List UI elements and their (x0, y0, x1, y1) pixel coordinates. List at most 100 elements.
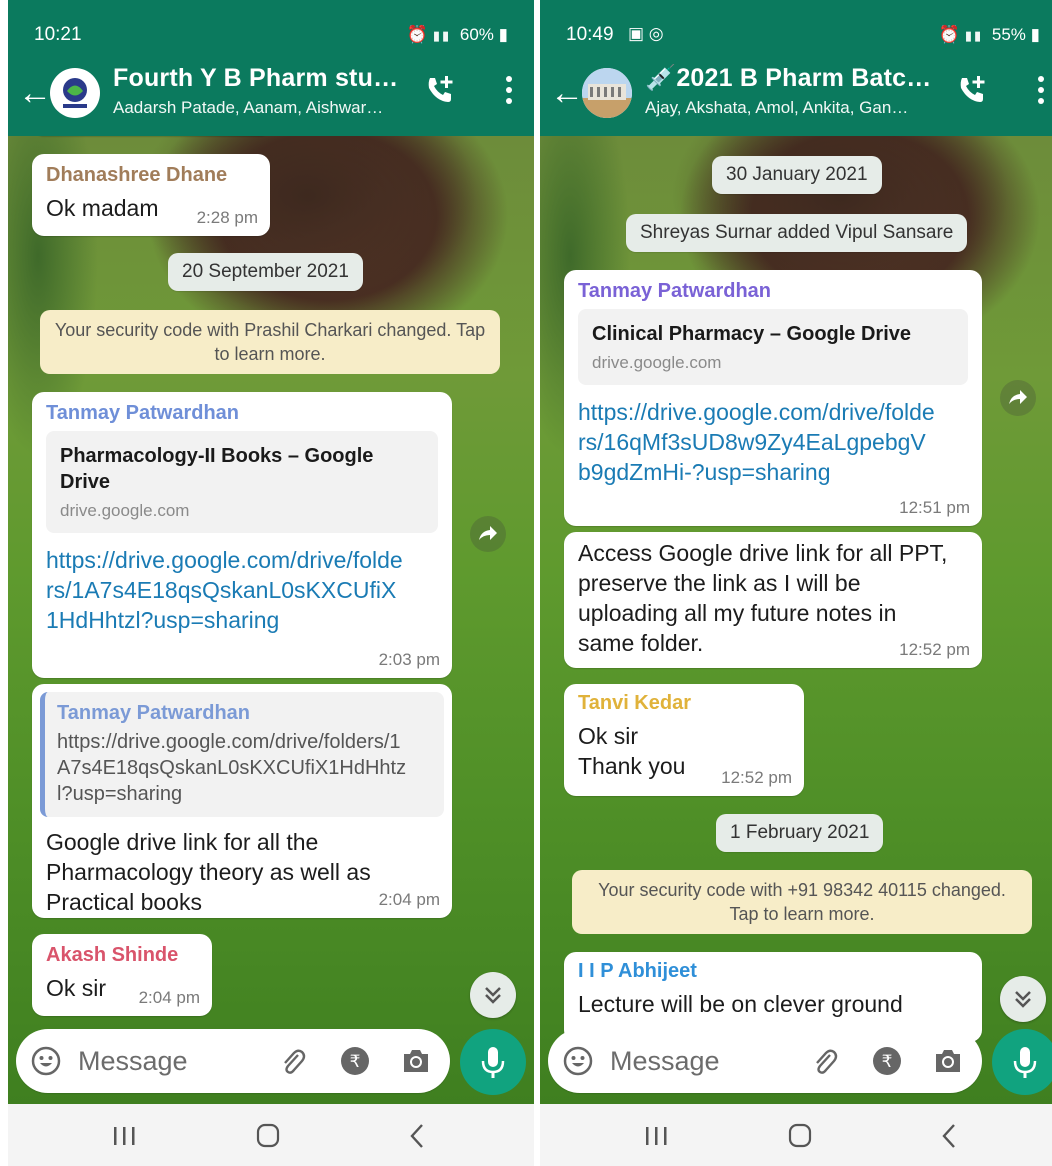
signal-icon: ▮▮ (964, 28, 984, 43)
attach-icon[interactable] (808, 1045, 840, 1077)
status-bar: 10:21 ⏰ ▮▮ 60% ▮ (8, 0, 534, 62)
security-code-notice[interactable]: Your security code with +91 98342 40115 … (572, 870, 1032, 934)
message-composer: ₹ (8, 1025, 534, 1103)
svg-text:₹: ₹ (350, 1052, 361, 1072)
status-icons: ⏰ ▮▮ 60% ▮ (407, 25, 508, 45)
link-preview-title: Clinical Pharmacy – Google Drive (592, 323, 912, 345)
microphone-icon (481, 1047, 505, 1078)
message-time: 12:52 pm (899, 640, 970, 659)
message-text: Google drive link for all the Pharmacolo… (46, 829, 371, 915)
camera-icon[interactable] (932, 1046, 964, 1076)
status-icons: ⏰ ▮▮ 55% ▮ (939, 25, 1040, 45)
voice-message-button[interactable] (992, 1029, 1052, 1095)
chat-members: Ajay, Akshata, Amol, Ankita, Gan… (645, 98, 909, 117)
chat-title: 💉2021 B Pharm Batch… (645, 64, 945, 92)
message-input-box[interactable]: ₹ (548, 1029, 982, 1093)
chat-title: Fourth Y B Pharm stud… (113, 64, 413, 92)
chat-members: Aadarsh Patade, Aanam, Aishwar… (113, 98, 384, 117)
link-preview-title: Pharmacology-II Books – Google Drive (60, 445, 374, 493)
message-bubble[interactable]: Dhanashree Dhane Ok madam 2:28 pm (32, 154, 270, 236)
system-nav-bar (540, 1104, 1052, 1166)
message-text: Access Google drive link for all PPT, pr… (578, 540, 948, 656)
link-message-bubble[interactable]: Tanmay Patwardhan Clinical Pharmacy – Go… (564, 270, 982, 526)
payment-icon[interactable]: ₹ (872, 1046, 902, 1076)
chat-header[interactable]: ← 💉2021 B Pharm Batch… Ajay, Akshata, Am… (540, 62, 1052, 136)
link-preview-domain: drive.google.com (60, 501, 190, 520)
reply-message-bubble[interactable]: Tanmay Patwardhan https://drive.google.c… (32, 684, 452, 918)
message-bubble[interactable]: Akash Shinde Ok sir 2:04 pm (32, 934, 212, 1016)
voice-message-button[interactable] (460, 1029, 526, 1095)
chat-header[interactable]: ← Fourth Y B Pharm stud… Aadarsh Patade,… (8, 62, 534, 136)
message-link[interactable]: https://drive.google.com/drive/folders/1… (46, 545, 406, 635)
back-nav-icon[interactable] (930, 1122, 970, 1150)
phone-screen-left: 10:21 ⏰ ▮▮ 60% ▮ ← Fourth Y B Pharm stud… (8, 0, 534, 1166)
status-time: 10:49 (566, 24, 614, 45)
microphone-icon (1013, 1047, 1037, 1078)
date-chip: 20 September 2021 (168, 253, 363, 291)
phone-screen-right: 10:49 ▣ ◎ ⏰ ▮▮ 55% ▮ ← 💉2021 B Pharm Bat… (540, 0, 1052, 1166)
scroll-to-bottom-icon[interactable] (1000, 976, 1046, 1022)
message-time: 2:03 pm (378, 650, 440, 669)
message-sender: Dhanashree Dhane (46, 164, 228, 186)
message-input[interactable] (610, 1043, 790, 1079)
battery-icon: ▮ (1030, 25, 1040, 44)
link-preview[interactable]: Clinical Pharmacy – Google Drive drive.g… (578, 309, 968, 385)
forward-icon[interactable] (1000, 380, 1036, 416)
gallery-icon: ▣ (628, 24, 645, 43)
alarm-icon: ⏰ (406, 25, 429, 44)
message-text: Lecture will be on clever ground (578, 991, 903, 1017)
recent-apps-icon[interactable] (636, 1122, 676, 1150)
message-sender: I I P Abhijeet (578, 960, 697, 982)
message-input-box[interactable]: ₹ (16, 1029, 450, 1093)
back-arrow-icon[interactable]: ← (18, 76, 52, 110)
chat-title-block[interactable]: 💉2021 B Pharm Batch… Ajay, Akshata, Amol… (645, 64, 945, 118)
message-sender: Tanmay Patwardhan (578, 280, 772, 302)
emoji-icon[interactable] (562, 1045, 594, 1077)
date-chip: 30 January 2021 (712, 156, 882, 194)
add-call-icon[interactable] (424, 74, 456, 106)
whatsapp-icon: ◎ (648, 24, 664, 43)
emoji-icon[interactable] (30, 1045, 62, 1077)
message-time: 12:51 pm (899, 498, 970, 517)
group-avatar[interactable] (50, 68, 100, 118)
group-avatar[interactable] (582, 68, 632, 118)
more-options-icon[interactable] (1036, 76, 1046, 106)
security-code-notice[interactable]: Your security code with Prashil Charkari… (40, 310, 500, 374)
chat-area[interactable]: 30 January 2021 Shreyas Surnar added Vip… (540, 136, 1052, 1104)
message-bubble[interactable]: Access Google drive link for all PPT, pr… (564, 532, 982, 668)
forward-icon[interactable] (470, 516, 506, 552)
notification-icons: ▣ ◎ (628, 24, 664, 44)
link-preview-domain: drive.google.com (592, 353, 722, 372)
message-bubble[interactable]: Tanvi Kedar Ok sir Thank you 12:52 pm (564, 684, 804, 796)
battery-icon: ▮ (498, 25, 508, 44)
link-message-bubble[interactable]: Tanmay Patwardhan Pharmacology-II Books … (32, 392, 452, 678)
message-composer: ₹ (540, 1025, 1052, 1103)
camera-icon[interactable] (400, 1046, 432, 1076)
attach-icon[interactable] (276, 1045, 308, 1077)
message-link[interactable]: https://drive.google.com/drive/folders/1… (578, 397, 938, 487)
system-message: Shreyas Surnar added Vipul Sansare (626, 214, 968, 252)
battery-percent: 55% (991, 25, 1026, 44)
message-input[interactable] (78, 1043, 258, 1079)
chat-title-block[interactable]: Fourth Y B Pharm stud… Aadarsh Patade, A… (113, 64, 413, 118)
system-nav-bar (8, 1104, 534, 1166)
home-icon[interactable] (248, 1122, 288, 1150)
add-call-icon[interactable] (956, 74, 988, 106)
link-preview[interactable]: Pharmacology-II Books – Google Drive dri… (46, 431, 438, 533)
message-time: 12:52 pm (721, 768, 792, 787)
signal-icon: ▮▮ (432, 28, 452, 43)
home-icon[interactable] (780, 1122, 820, 1150)
message-sender: Tanmay Patwardhan (46, 402, 240, 424)
quoted-message[interactable]: Tanmay Patwardhan https://drive.google.c… (40, 692, 444, 817)
battery-percent: 60% (459, 25, 494, 44)
scroll-to-bottom-icon[interactable] (470, 972, 516, 1018)
back-arrow-icon[interactable]: ← (550, 76, 584, 110)
more-options-icon[interactable] (504, 76, 514, 106)
message-time: 2:28 pm (196, 208, 258, 227)
payment-icon[interactable]: ₹ (340, 1046, 370, 1076)
back-nav-icon[interactable] (398, 1122, 438, 1150)
message-time: 2:04 pm (138, 988, 200, 1007)
chat-area[interactable]: Dhanashree Dhane Ok madam 2:28 pm 20 Sep… (8, 136, 534, 1104)
recent-apps-icon[interactable] (104, 1122, 144, 1150)
date-chip: 1 February 2021 (716, 814, 884, 852)
